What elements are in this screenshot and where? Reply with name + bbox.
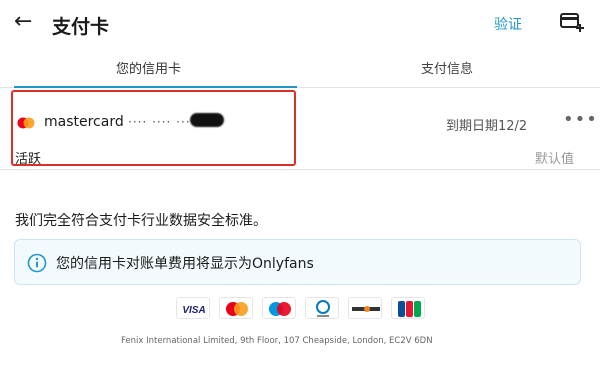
discover-logo-icon [348,297,382,319]
card-status-row: 活跃 默认值 [0,144,600,170]
verify-button[interactable]: 验证 [494,14,522,34]
mastercard-logo-icon [17,117,35,129]
add-card-icon[interactable] [560,12,584,32]
svg-text:VISA: VISA [182,305,205,316]
billing-notice: 您的信用卡对账单费用将显示为Onlyfans [14,239,581,285]
back-arrow-icon[interactable]: ← [14,10,32,34]
maestro-logo-icon [262,297,296,319]
security-note: 我们完全符合支付卡行业数据安全标准。 [15,213,267,229]
default-label: 默认值 [535,152,575,167]
card-masked-number: ···· ···· ···· [128,115,196,129]
billing-notice-text: 您的信用卡对账单费用将显示为Onlyfans [56,256,314,272]
card-digits-redacted [190,113,224,127]
tab-your-cards[interactable]: 您的信用卡 [116,58,181,77]
card-brand: mastercard [44,114,124,130]
info-icon [27,253,47,273]
jcb-logo-icon [391,297,425,319]
card-expiry: 到期日期12/2 [446,119,528,134]
more-options-icon[interactable]: ••• [563,109,598,130]
mastercard-logo-icon [219,297,253,319]
active-tab-indicator [14,86,297,88]
tab-bar: 您的信用卡 支付信息 [0,50,600,88]
diners-club-logo-icon [305,297,339,319]
header: ← 支付卡 验证 [0,0,600,46]
tab-payment-info[interactable]: 支付信息 [421,58,473,77]
card-row[interactable]: mastercard ···· ···· ···· 到期日期12/2 ••• [0,104,600,144]
page-title: 支付卡 [52,16,110,38]
card-status: 活跃 [15,152,42,167]
footer-address: Fenix International Limited, 9th Floor, … [121,336,433,346]
visa-logo-icon: VISA [176,297,210,319]
